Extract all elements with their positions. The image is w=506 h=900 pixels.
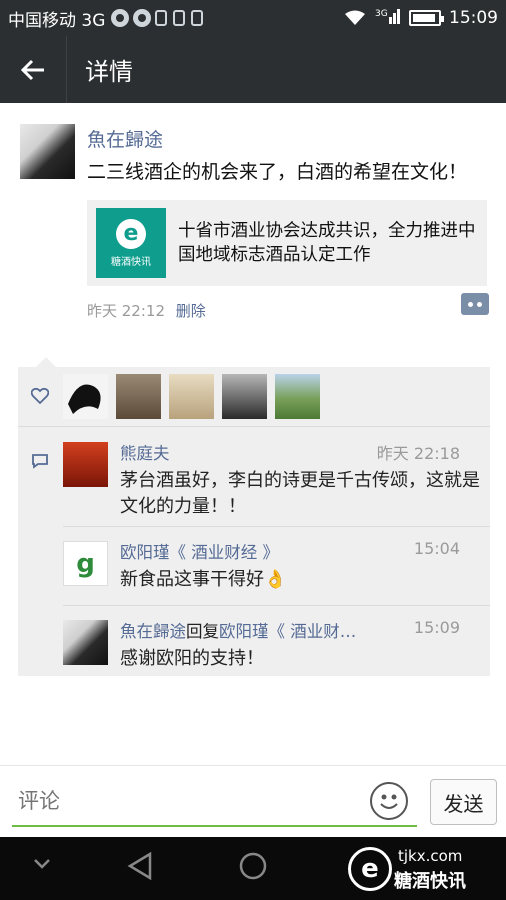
battery-saver-icon <box>191 10 204 26</box>
signal-icon: 3G <box>375 7 401 30</box>
post-time: 昨天 22:12 <box>87 302 165 320</box>
send-button[interactable]: 发送 <box>430 779 497 825</box>
back-button[interactable] <box>0 36 67 103</box>
interaction-panel: 熊庭夫 昨天 22:18 茅台酒虽好，李白的诗更是千古传颂，这就是文化的力量！！… <box>18 357 490 676</box>
battery-icon <box>409 10 444 26</box>
notification-q-icon <box>111 9 130 27</box>
post-text: 二三线酒企的机会来了，白酒的希望在文化！ <box>87 161 468 183</box>
tjkx-logo-icon: e <box>348 847 392 891</box>
page-title: 详情 <box>85 58 133 86</box>
notification-q-icon-2 <box>133 9 152 27</box>
comment-time: 15:04 <box>413 539 460 558</box>
lock-icon <box>155 10 168 26</box>
comment-bubble-icon <box>32 454 48 469</box>
nav-back-icon[interactable] <box>126 851 154 881</box>
wifi-icon <box>343 10 367 26</box>
author-avatar[interactable] <box>20 124 75 179</box>
delete-link[interactable]: 删除 <box>176 302 206 320</box>
comment-item: 魚在歸途回复欧阳瑾《 酒业财… 15:09 感谢欧阳的支持！ <box>18 606 490 676</box>
nav-home-icon[interactable] <box>238 851 268 881</box>
app-header: 详情 <box>0 36 506 103</box>
like-avatar[interactable] <box>169 374 214 419</box>
link-title: 十省市酒业协会达成共识，全力推进中国地域标志酒品认定工作 <box>178 221 476 265</box>
watermark-brand: 糖酒快讯 <box>394 871 466 892</box>
author-name[interactable]: 魚在歸途 <box>87 125 163 152</box>
link-logo-text: 糖酒快讯 <box>111 256 151 268</box>
reply-author[interactable]: 魚在歸途 <box>120 622 186 641</box>
arrow-left-icon <box>20 59 44 80</box>
likes-row <box>18 367 490 427</box>
android-nav-bar: e tjkx.com 糖酒快讯 <box>0 837 506 900</box>
shared-link-card[interactable]: e 糖酒快讯 十省市酒业协会达成共识，全力推进中国地域标志酒品认定工作 <box>87 200 487 286</box>
comment-input[interactable] <box>12 777 417 827</box>
comment-text[interactable]: 新食品这事干得好👌 <box>120 567 480 593</box>
comment-text[interactable]: 感谢欧阳的支持！ <box>120 646 480 672</box>
comment-time: 15:09 <box>413 618 460 637</box>
comment-input-bar: 发送 <box>0 765 506 837</box>
comment-action-button[interactable] <box>461 293 489 315</box>
like-avatar[interactable] <box>63 374 108 419</box>
chevron-down-icon[interactable] <box>32 857 52 871</box>
tjkx-watermark: e tjkx.com 糖酒快讯 <box>348 845 506 893</box>
tjkx-logo-icon: e <box>116 218 146 249</box>
watermark-url: tjkx.com <box>398 847 463 865</box>
carrier-label: 中国移动 3G <box>8 10 106 31</box>
like-avatar[interactable] <box>275 374 320 419</box>
reply-target[interactable]: 欧阳瑾《 酒业财… <box>219 622 356 641</box>
clock: 15:09 <box>449 8 498 28</box>
link-thumbnail: e 糖酒快讯 <box>96 208 166 278</box>
sim-icon <box>173 10 186 26</box>
commenter-avatar[interactable] <box>63 442 108 487</box>
reply-label: 回复 <box>186 622 219 641</box>
like-avatar[interactable] <box>116 374 161 419</box>
comment-time: 昨天 22:18 <box>376 444 460 463</box>
commenter-name: 魚在歸途回复欧阳瑾《 酒业财… <box>120 618 356 642</box>
comment-item: 熊庭夫 昨天 22:18 茅台酒虽好，李白的诗更是千古传颂，这就是文化的力量！！ <box>18 428 490 526</box>
commenter-name[interactable]: 欧阳瑾《 酒业财经 》 <box>120 539 279 563</box>
comment-text[interactable]: 茅台酒虽好，李白的诗更是千古传颂，这就是文化的力量！！ <box>120 468 480 520</box>
network-type-label: 3G <box>375 9 388 19</box>
post-meta: 昨天 22:12 删除 <box>87 300 206 321</box>
commenter-avatar[interactable]: g <box>63 541 108 586</box>
heart-icon <box>31 388 49 404</box>
smiley-icon[interactable] <box>370 782 408 820</box>
status-bar: 中国移动 3G 3G 15:09 <box>0 0 506 36</box>
like-avatar[interactable] <box>222 374 267 419</box>
comment-item: g 欧阳瑾《 酒业财经 》 15:04 新食品这事干得好👌 <box>18 527 490 605</box>
commenter-name[interactable]: 熊庭夫 <box>120 440 170 464</box>
commenter-avatar[interactable] <box>63 620 108 665</box>
